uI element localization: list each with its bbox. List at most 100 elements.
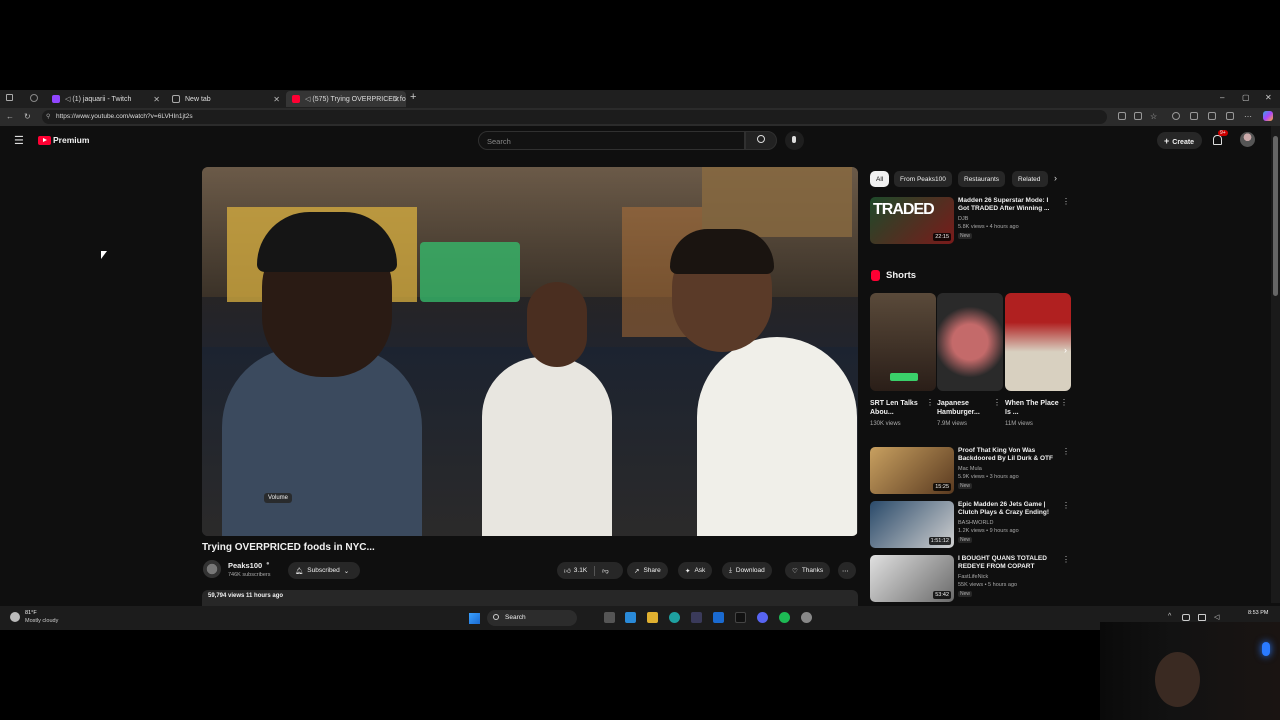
related-video-redeye[interactable]: 53:42 I BOUGHT QUANS TOTALED REDEYE FROM…	[870, 555, 1070, 605]
bell-icon: 🔔︎	[295, 567, 304, 575]
file-explorer-icon[interactable]	[647, 612, 658, 623]
more-options-icon[interactable]: ⋮	[1062, 501, 1070, 510]
menu-hamburger-icon[interactable]: ☰	[14, 134, 24, 147]
back-icon[interactable]: ←	[6, 112, 14, 121]
refresh-icon[interactable]: ↻	[24, 112, 31, 121]
related-video-king-von[interactable]: 15:25 Proof That King Von Was Backdoored…	[870, 447, 1070, 497]
more-menu-icon[interactable]: ⋯	[1244, 112, 1252, 121]
channel-name[interactable]: Peaks100	[228, 561, 262, 570]
edge-icon[interactable]	[669, 612, 680, 623]
duration-badge: 53:42	[933, 591, 951, 599]
rgb-light	[1262, 642, 1270, 656]
more-options-icon[interactable]: ⋮	[1062, 447, 1070, 456]
streamer-face	[1155, 652, 1200, 707]
discord-icon[interactable]	[757, 612, 768, 623]
puzzle-icon[interactable]	[1190, 112, 1198, 120]
url-field[interactable]: ⚲ https://www.youtube.com/watch?v=6LVHIn…	[42, 110, 1107, 124]
close-window-icon[interactable]: ✕	[1265, 93, 1272, 102]
description-box[interactable]: 59,794 views 11 hours ago	[202, 590, 858, 606]
scrollbar-thumb[interactable]	[1273, 136, 1278, 296]
related-video-madden-jets[interactable]: 1:51:12 Epic Madden 26 Jets Game | Clutc…	[870, 501, 1070, 551]
tab-youtube[interactable]: ◁ (575) Trying OVERPRICED fo ✕	[286, 91, 406, 107]
more-options-icon[interactable]: ⋮	[1062, 555, 1070, 564]
ask-button[interactable]: ✦ Ask	[678, 562, 713, 579]
youtube-logo[interactable]: Premium	[38, 135, 89, 145]
thanks-label: Thanks	[801, 567, 824, 574]
twitch-icon	[52, 95, 60, 103]
more-options-icon[interactable]: ⋮	[993, 398, 1001, 407]
more-actions-button[interactable]: ⋯	[838, 562, 856, 579]
video-player[interactable]: Volume	[202, 167, 858, 536]
like-button[interactable]: 👍︎ 3.1K	[564, 567, 587, 575]
notifications-bell-icon[interactable]	[1213, 135, 1222, 145]
page-scrollbar[interactable]	[1271, 126, 1280, 603]
wifi-icon[interactable]	[1182, 614, 1190, 621]
copilot-taskbar-icon[interactable]	[625, 612, 636, 623]
channel-name: DJB	[958, 216, 969, 222]
more-options-icon[interactable]: ⋮	[926, 398, 934, 407]
channel-avatar[interactable]	[203, 560, 221, 578]
start-windows-icon[interactable]	[469, 613, 480, 624]
extension-icon[interactable]	[1118, 112, 1126, 120]
workspaces-icon[interactable]	[6, 94, 13, 101]
close-tab-icon[interactable]: ✕	[153, 95, 160, 104]
chip-all[interactable]: All	[870, 171, 890, 187]
battery-icon[interactable]	[1198, 614, 1206, 621]
minimize-icon[interactable]: –	[1220, 93, 1224, 102]
share-button[interactable]: ↗ Share	[627, 562, 668, 579]
tab-actions-icon[interactable]	[30, 94, 38, 102]
favorites-icon[interactable]	[1208, 112, 1216, 120]
download-button[interactable]: ⤓ Download	[722, 562, 772, 579]
weather-description: Mostly cloudy	[25, 618, 59, 624]
shorts-next-arrow-icon[interactable]: ›	[1064, 345, 1067, 355]
thanks-button[interactable]: ♡ Thanks	[785, 562, 831, 579]
create-label: Create	[1172, 139, 1195, 146]
task-view-icon[interactable]	[604, 612, 615, 623]
reader-icon[interactable]	[1134, 112, 1142, 120]
app-icon[interactable]	[801, 612, 812, 623]
share-label: Share	[643, 567, 661, 574]
create-button[interactable]: + Create	[1157, 132, 1202, 149]
more-options-icon[interactable]: ⋮	[1060, 398, 1068, 407]
volume-tooltip: Volume	[264, 493, 293, 503]
search-button[interactable]	[745, 131, 777, 150]
chevron-down-icon: ⌄	[343, 567, 350, 575]
notification-badge: 9+	[1218, 130, 1228, 136]
weather-cloud-icon[interactable]	[10, 612, 20, 622]
favorite-star-icon[interactable]: ☆	[1150, 112, 1157, 121]
refresh-ext-icon[interactable]	[1172, 112, 1180, 120]
video-meta: 55K views • 5 hours ago	[958, 582, 1018, 588]
chip-from-channel[interactable]: From Peaks100	[894, 171, 952, 187]
taskbar-search-label: Search	[505, 614, 526, 621]
new-badge: New	[958, 591, 973, 597]
chips-next-arrow-icon[interactable]: ›	[1054, 173, 1057, 183]
tab-twitch[interactable]: ◁ (1) jaquarii - Twitch ✕	[46, 91, 166, 107]
copilot-icon[interactable]	[1263, 111, 1273, 121]
subscribed-button[interactable]: 🔔︎ Subscribed ⌄	[288, 562, 360, 579]
close-tab-icon[interactable]: ✕	[393, 95, 400, 104]
site-info-icon[interactable]: ⚲	[46, 113, 50, 120]
mail-icon[interactable]	[713, 612, 724, 623]
microphone-icon	[792, 136, 796, 143]
youtube-play-logo-icon	[38, 135, 51, 145]
search-input[interactable]: Search	[478, 131, 745, 150]
avatar[interactable]	[1240, 132, 1255, 147]
volume-icon[interactable]: ◁	[1214, 613, 1219, 621]
new-tab-plus-icon[interactable]: +	[410, 91, 416, 103]
system-tray-chevron-icon[interactable]: ^	[1168, 613, 1171, 620]
chip-restaurants[interactable]: Restaurants	[958, 171, 1006, 187]
voice-search-button[interactable]	[785, 131, 804, 150]
spotify-icon[interactable]	[779, 612, 790, 623]
related-video-madden-trade[interactable]: TRADED 22:15 Madden 26 Superstar Mode: I…	[870, 197, 1070, 247]
store-icon[interactable]	[691, 612, 702, 623]
dislike-button[interactable]: 👎︎	[602, 567, 609, 575]
chip-related[interactable]: Related	[1012, 171, 1048, 187]
collections-icon[interactable]	[1226, 112, 1234, 120]
tiktok-icon[interactable]	[735, 612, 746, 623]
taskbar-search[interactable]: Search	[487, 610, 577, 626]
more-options-icon[interactable]: ⋮	[1062, 197, 1070, 206]
person-center-head	[527, 282, 587, 367]
tab-new-tab[interactable]: New tab ✕	[166, 91, 286, 107]
close-tab-icon[interactable]: ✕	[273, 95, 280, 104]
maximize-icon[interactable]: ▢	[1242, 93, 1250, 102]
